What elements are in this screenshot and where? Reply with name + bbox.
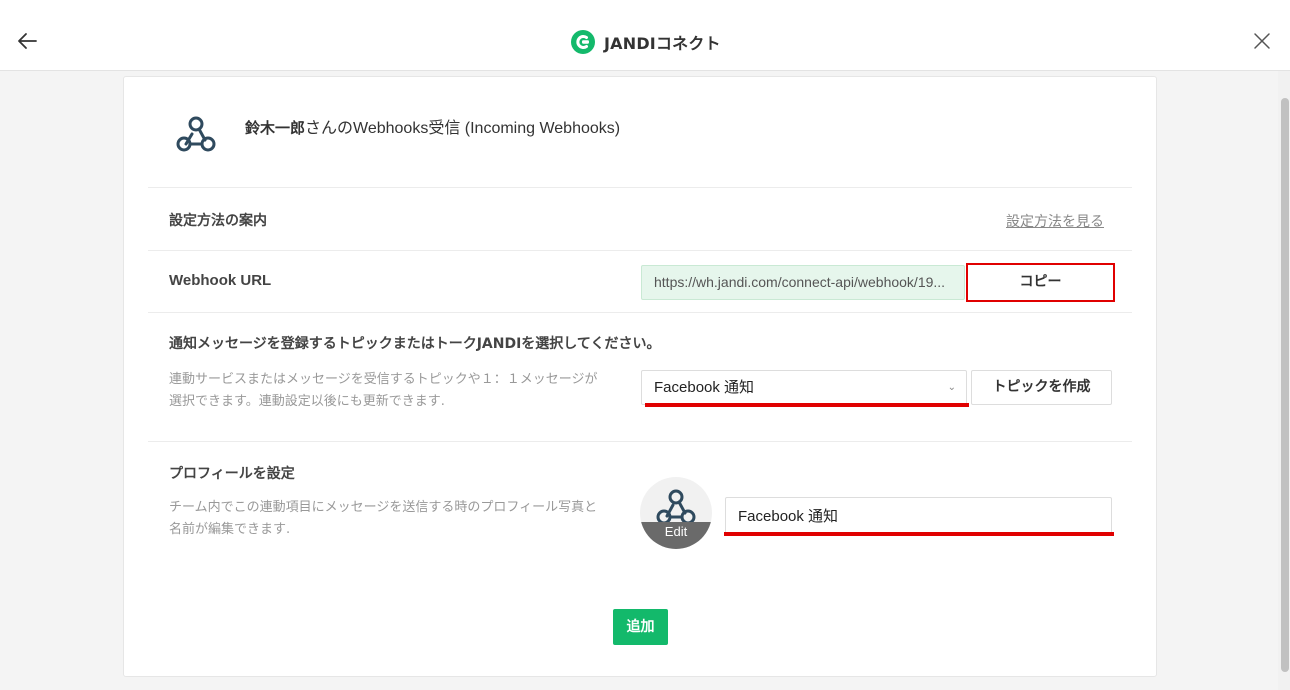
chevron-down-icon: ⌄ <box>947 382 956 393</box>
close-icon <box>1254 33 1270 49</box>
jandi-connect-logo-icon <box>571 30 595 54</box>
profile-label: プロフィールを設定 <box>169 466 295 482</box>
highlight-underline <box>724 532 1114 536</box>
profile-help-text: チーム内でこの連動項目にメッセージを送信する時のプロフィール写真と名前が編集でき… <box>169 500 598 537</box>
profile-avatar[interactable]: Edit <box>640 477 712 549</box>
create-topic-button[interactable]: トピックを作成 <box>971 370 1112 405</box>
arrow-left-icon <box>18 33 37 49</box>
integration-title-suffix: さんのWebhooks受信 (Incoming Webhooks) <box>305 120 621 137</box>
webhook-url-label: Webhook URL <box>169 272 272 289</box>
copy-button[interactable]: コピー <box>966 263 1115 302</box>
divider <box>148 187 1132 188</box>
top-bar: JANDIコネクト <box>0 0 1290 71</box>
guide-label: 設定方法の案内 <box>169 213 267 229</box>
back-button[interactable] <box>14 27 42 55</box>
profile-name-input[interactable] <box>725 497 1112 534</box>
topic-label: 通知メッセージを登録するトピックまたはトークJANDIを選択してください。 <box>169 336 661 352</box>
avatar-edit-label[interactable]: Edit <box>640 524 712 539</box>
integration-title: 鈴木一郎さんのWebhooks受信 (Incoming Webhooks) <box>245 114 620 138</box>
close-button[interactable] <box>1250 29 1274 53</box>
webhook-url-field[interactable]: https://wh.jandi.com/connect-api/webhook… <box>641 265 965 300</box>
view-guide-link[interactable]: 設定方法を見る <box>1006 211 1104 231</box>
settings-card: 鈴木一郎さんのWebhooks受信 (Incoming Webhooks) 設定… <box>123 76 1157 677</box>
user-name: 鈴木一郎 <box>245 119 306 137</box>
brand: JANDIコネクト <box>570 29 721 55</box>
scrollbar-thumb[interactable] <box>1281 98 1289 672</box>
webhook-icon <box>176 116 216 152</box>
topic-help-text: 連動サービスまたはメッセージを受信するトピックや１：１メッセージが選択できます。… <box>169 372 598 409</box>
topic-select[interactable]: Facebook 通知 ⌄ <box>641 370 967 405</box>
divider <box>148 441 1132 442</box>
add-button[interactable]: 追加 <box>613 609 668 645</box>
divider <box>148 312 1132 313</box>
topic-select-value: Facebook 通知 <box>654 379 755 396</box>
page-title: JANDIコネクト <box>604 34 721 53</box>
integration-header <box>172 110 220 158</box>
highlight-underline <box>645 403 969 407</box>
divider <box>148 250 1132 251</box>
